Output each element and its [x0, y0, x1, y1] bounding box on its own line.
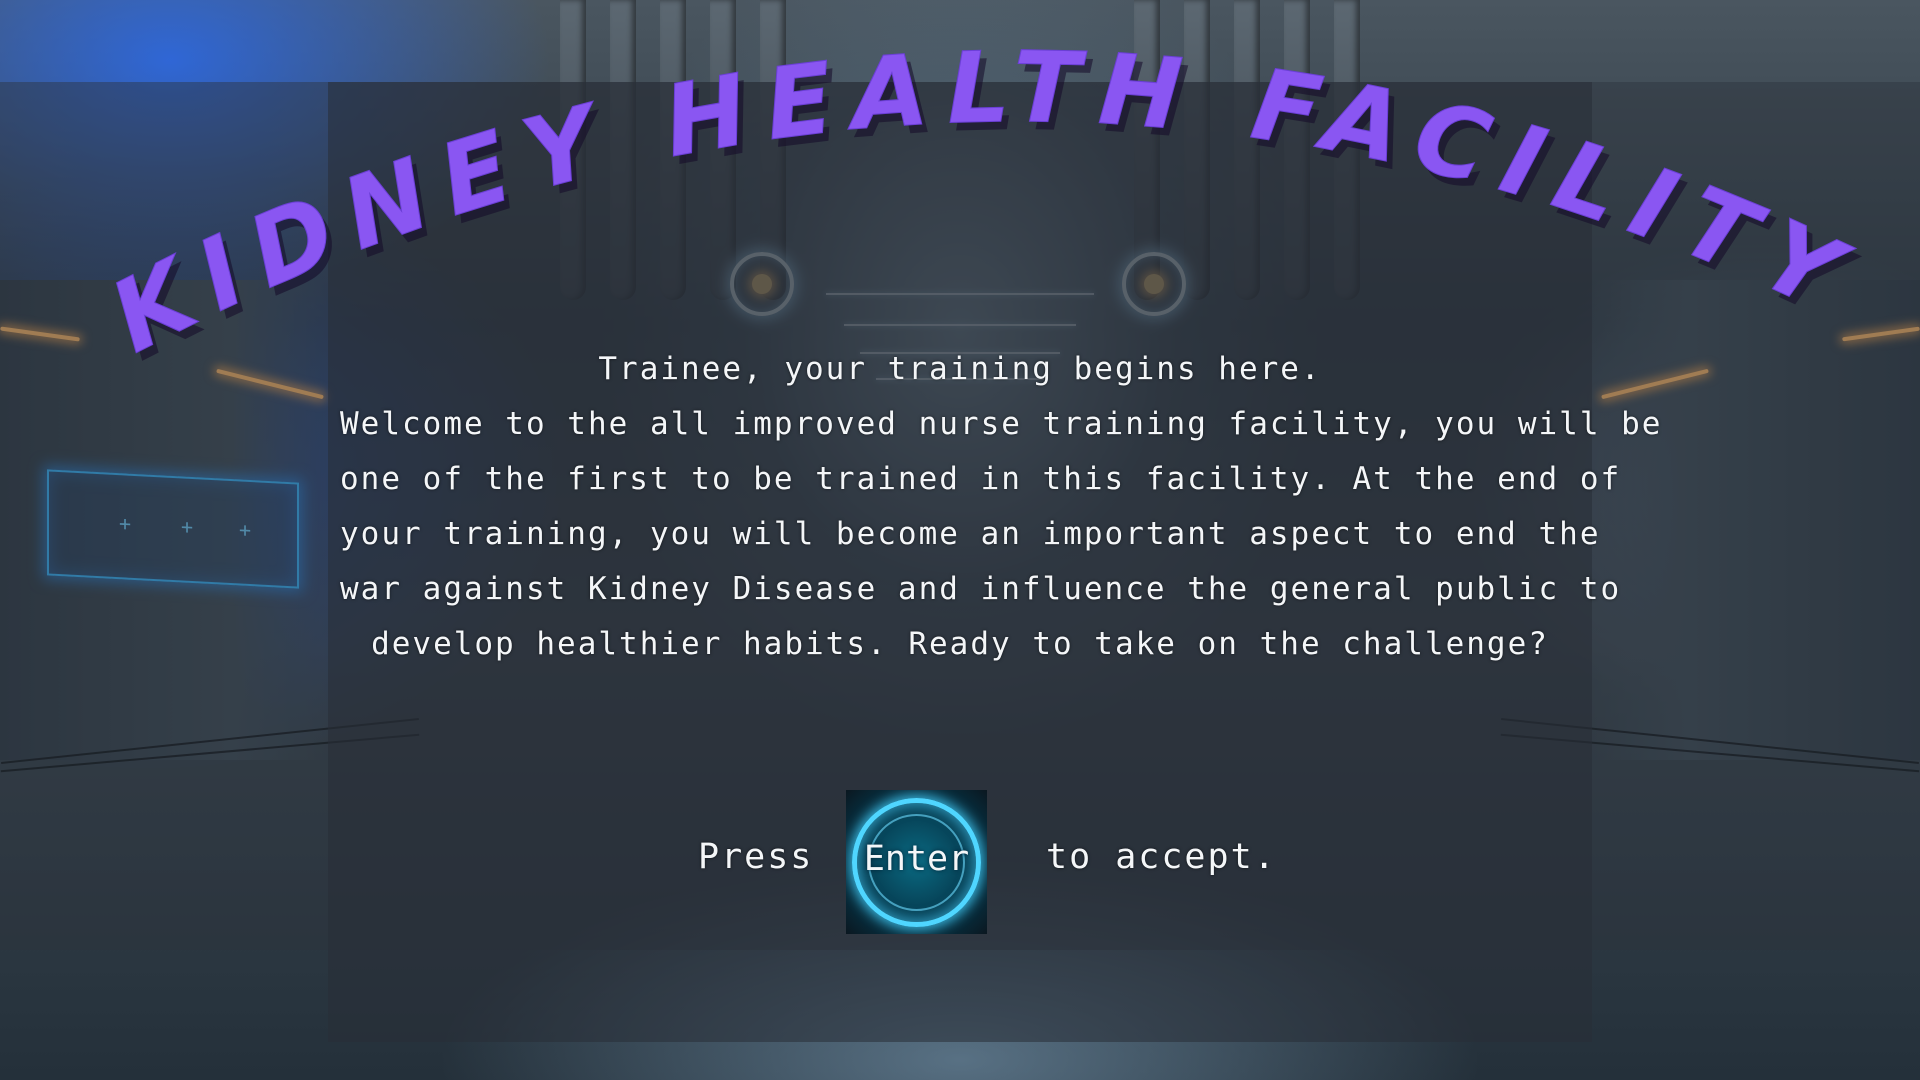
- intro-line: develop healthier habits. Ready to take …: [371, 626, 1549, 662]
- intro-line: Welcome to the all improved nurse traini…: [340, 406, 1663, 442]
- enter-key-label: Enter: [863, 839, 970, 879]
- prompt-press-label: Press: [698, 837, 814, 877]
- intro-line: war against Kidney Disease and influence…: [340, 571, 1622, 607]
- intro-line: your training, you will become an import…: [340, 516, 1601, 552]
- game-scene: + + + KIDNEY HEALTH FACILITY KIDNEY HEAL…: [0, 0, 1920, 1080]
- intro-line: Trainee, your training begins here.: [598, 351, 1322, 387]
- prompt-accept-label: to accept.: [1046, 837, 1277, 877]
- enter-key-button[interactable]: Enter: [846, 790, 987, 934]
- accept-prompt: Press Enter to accept.: [0, 788, 1920, 934]
- intro-line: one of the first to be trained in this f…: [340, 461, 1622, 497]
- intro-text: Trainee, your training begins here. Welc…: [340, 342, 1663, 672]
- game-title: KIDNEY HEALTH FACILITY: [94, 31, 1873, 375]
